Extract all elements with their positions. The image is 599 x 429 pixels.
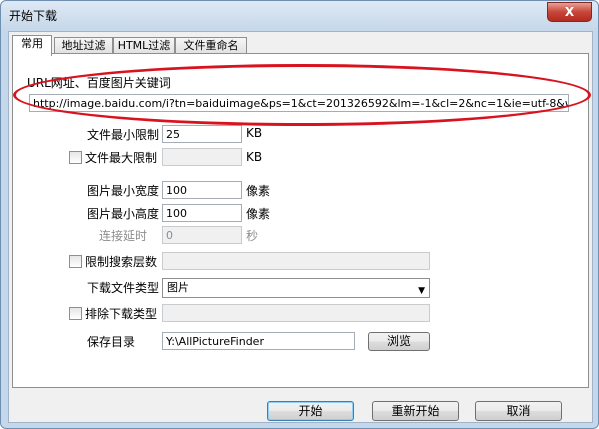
conn-delay-label: 连接延时	[99, 229, 148, 243]
img-min-width-unit: 像素	[246, 184, 271, 198]
img-min-height-unit: 像素	[246, 207, 271, 221]
exclude-type-label: 排除下载类型	[85, 307, 158, 321]
search-depth-label: 限制搜索层数	[85, 255, 158, 269]
file-max-checkbox[interactable]	[69, 151, 82, 164]
title-bar[interactable]: 开始下载 X	[1, 1, 598, 31]
file-max-unit: KB	[246, 150, 263, 164]
tab-html-filter[interactable]: HTML过滤	[113, 37, 175, 54]
search-depth-input[interactable]	[162, 252, 430, 270]
file-min-unit: KB	[246, 126, 263, 140]
cancel-button[interactable]: 取消	[475, 401, 562, 421]
browse-button[interactable]: 浏览	[368, 332, 430, 351]
conn-delay-input[interactable]: 0	[162, 226, 242, 244]
close-button[interactable]: X	[547, 2, 592, 22]
dialog-window: 开始下载 X 常用 地址过滤 HTML过滤 文件重命名 URL网址、百度图片关键…	[0, 0, 599, 429]
file-max-label: 文件最大限制	[85, 151, 158, 165]
img-min-height-input[interactable]: 100	[162, 204, 242, 222]
file-min-input[interactable]: 25	[162, 125, 242, 143]
start-button[interactable]: 开始	[267, 401, 354, 421]
file-min-label: 文件最小限制	[87, 128, 160, 142]
url-label: URL网址、百度图片关键词	[27, 76, 171, 90]
file-type-select[interactable]: 图片 ▼	[162, 278, 430, 298]
chevron-down-icon: ▼	[418, 286, 425, 296]
tab-panel-common: URL网址、百度图片关键词 http://image.baidu.com/i?t…	[12, 53, 589, 388]
tab-file-rename[interactable]: 文件重命名	[175, 37, 247, 54]
window-title: 开始下载	[9, 9, 58, 23]
img-min-width-input[interactable]: 100	[162, 181, 242, 199]
conn-delay-unit: 秒	[246, 229, 259, 243]
exclude-type-input[interactable]	[162, 304, 430, 322]
tab-url-filter[interactable]: 地址过滤	[54, 37, 113, 54]
save-dir-label: 保存目录	[87, 335, 136, 349]
exclude-type-checkbox[interactable]	[69, 307, 82, 320]
restart-button[interactable]: 重新开始	[372, 401, 459, 421]
img-min-width-label: 图片最小宽度	[87, 184, 160, 198]
url-input[interactable]: http://image.baidu.com/i?tn=baiduimage&p…	[29, 94, 569, 112]
file-type-selected: 图片	[167, 281, 189, 294]
img-min-height-label: 图片最小高度	[87, 207, 160, 221]
search-depth-checkbox[interactable]	[69, 255, 82, 268]
dialog-client: 常用 地址过滤 HTML过滤 文件重命名 URL网址、百度图片关键词 http:…	[8, 31, 593, 423]
save-dir-input[interactable]: Y:\AllPictureFinder	[162, 332, 355, 350]
file-type-label: 下载文件类型	[87, 281, 160, 295]
file-max-input[interactable]	[162, 148, 242, 166]
tab-common[interactable]: 常用	[12, 35, 52, 56]
